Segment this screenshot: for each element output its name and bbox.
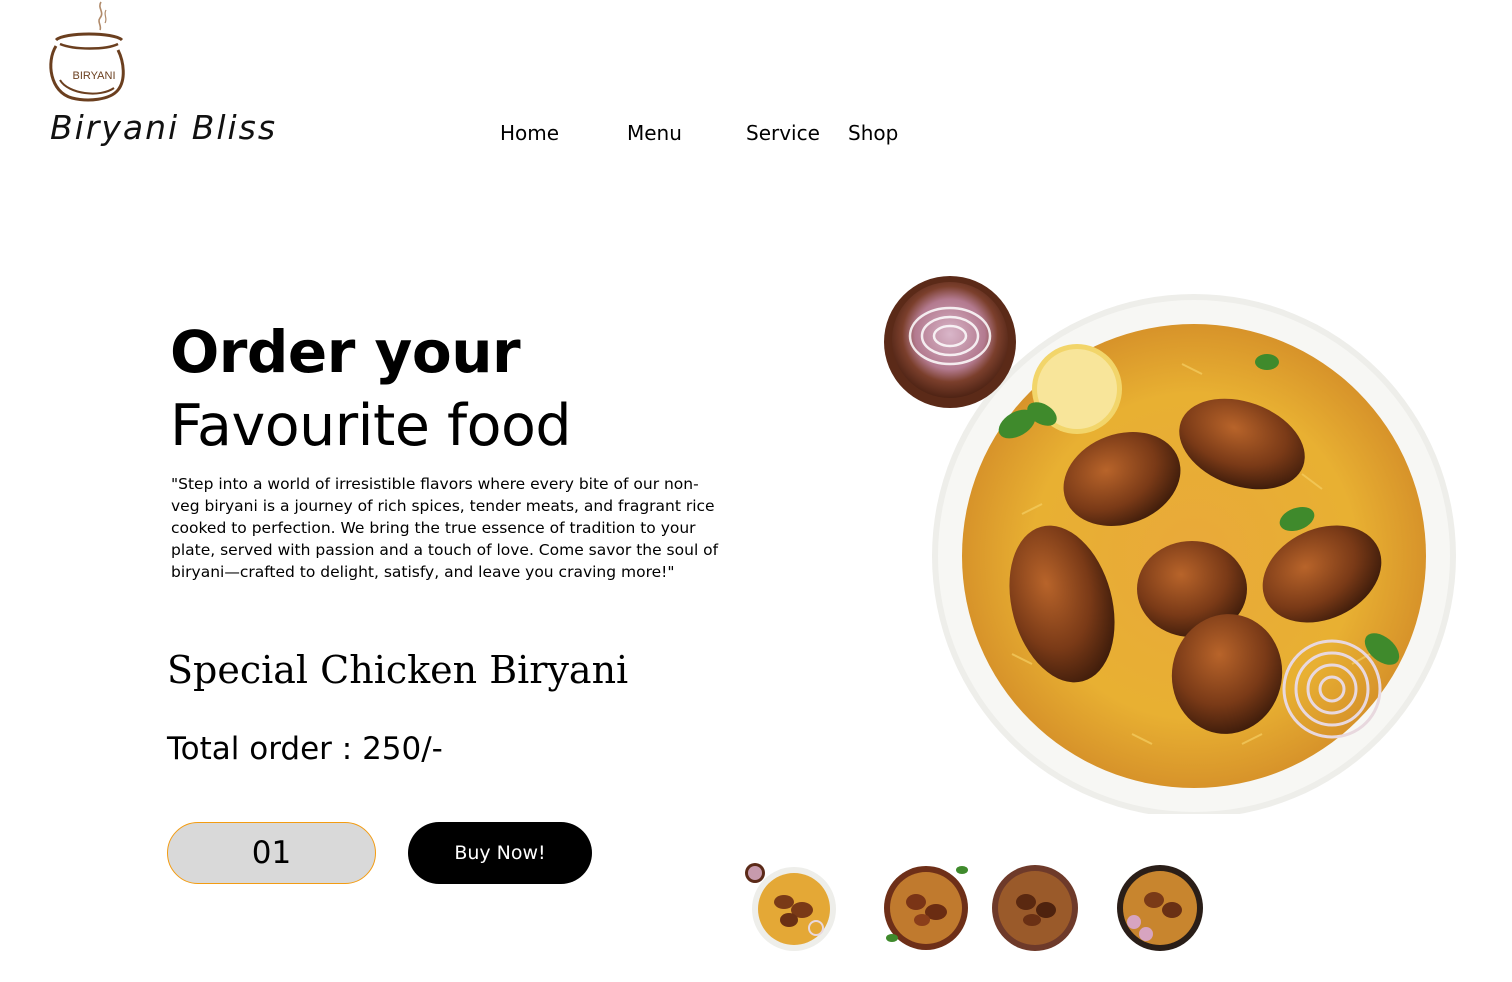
thumbnail-3[interactable]	[990, 862, 1080, 952]
logo-text: BIRYANI	[73, 70, 116, 82]
hero-dish-image	[882, 274, 1462, 814]
total-order: Total order : 250/-	[167, 731, 443, 767]
biryani-thumbnail-2-image	[884, 866, 968, 950]
nav-service[interactable]: Service	[746, 121, 820, 145]
biryani-thumbnail-4-image	[1117, 865, 1203, 951]
thumbnail-2[interactable]	[882, 862, 972, 952]
dish-name: Special Chicken Biryani	[167, 648, 629, 692]
nav-home[interactable]: Home	[500, 121, 559, 145]
thumbnail-1[interactable]	[744, 862, 836, 952]
hero-tagline: "Step into a world of irresistible flavo…	[171, 475, 719, 581]
hero-headline-light: Favourite food	[170, 393, 572, 459]
brand-name[interactable]: Biryani Bliss	[50, 108, 277, 147]
biryani-thumbnail-1-image	[745, 863, 836, 951]
biryani-pot-icon: BIRYANI	[49, 1, 125, 102]
hero-headline-bold: Order your	[170, 318, 521, 386]
biryani-thumbnail-3-image	[992, 865, 1078, 951]
thumbnail-4[interactable]	[1116, 862, 1206, 952]
buy-now-button[interactable]: Buy Now!	[408, 822, 592, 884]
brand-logo[interactable]: BIRYANI	[44, 0, 134, 106]
nav-menu[interactable]: Menu	[627, 121, 682, 145]
quantity-input[interactable]	[167, 822, 376, 884]
nav-shop[interactable]: Shop	[848, 121, 898, 145]
